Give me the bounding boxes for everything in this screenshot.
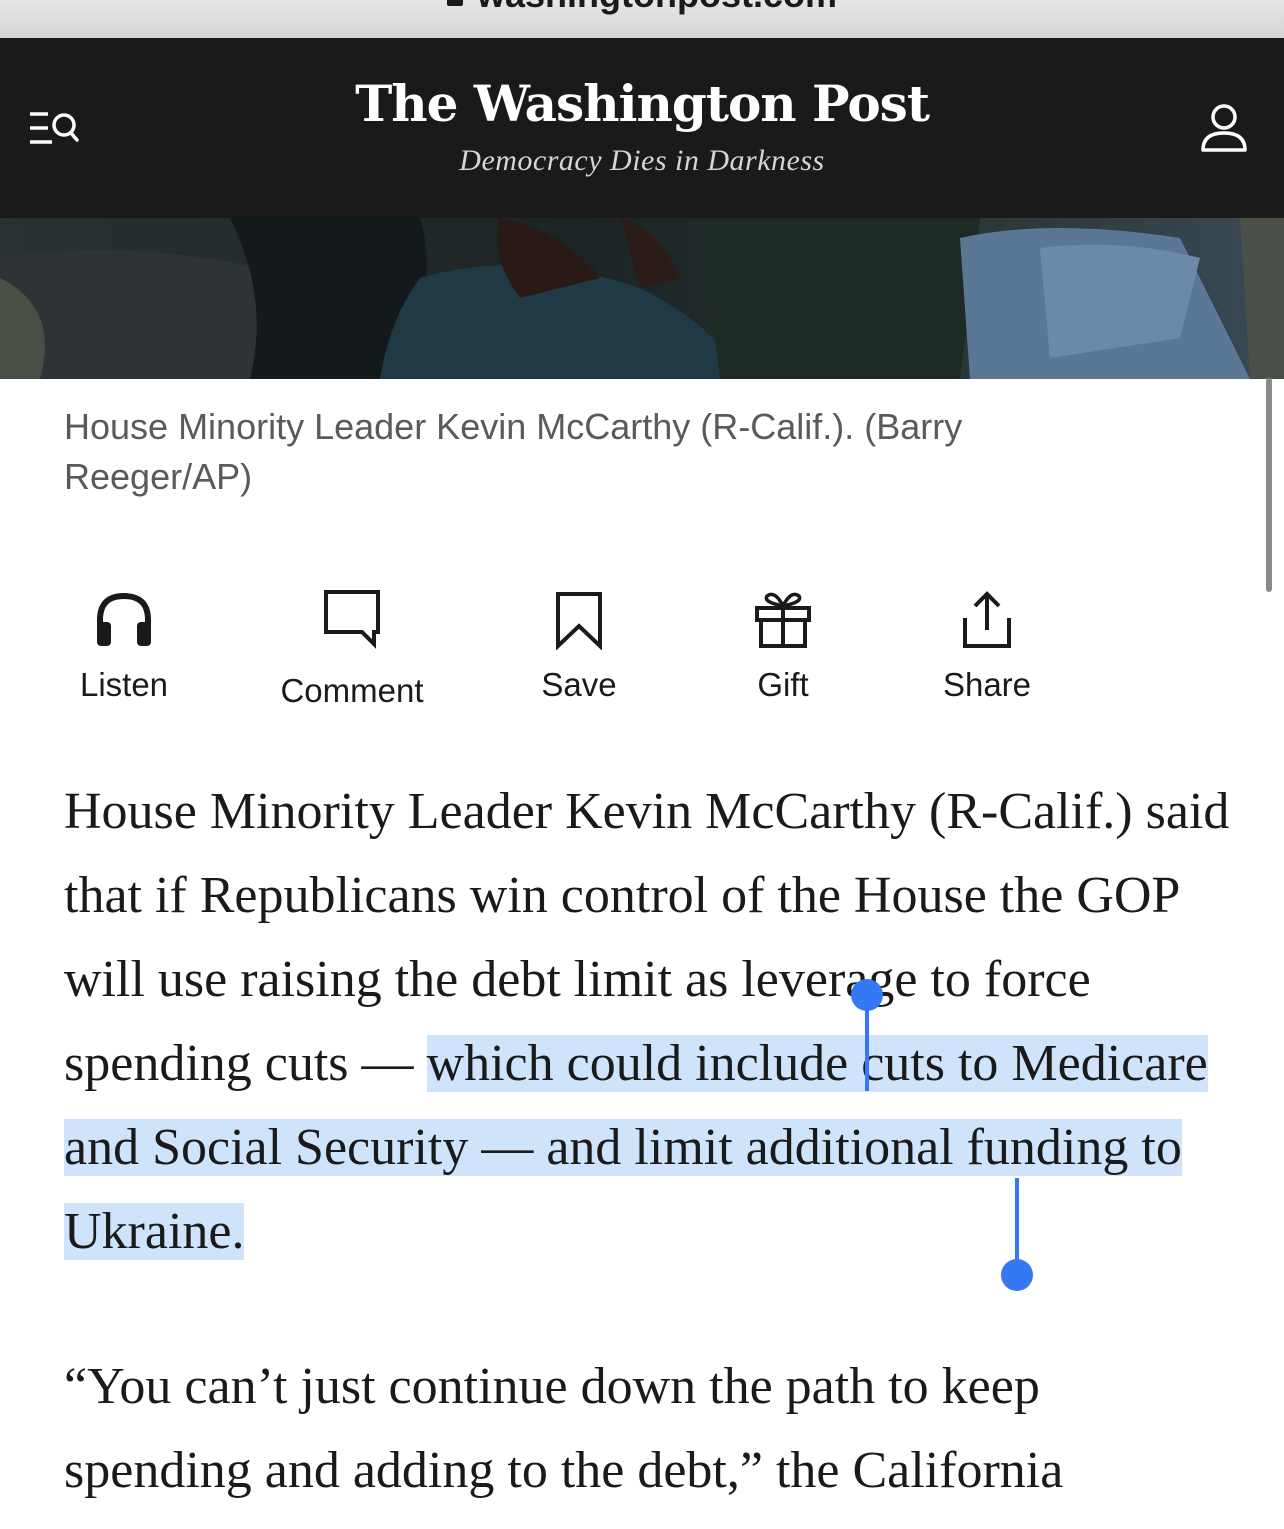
- gift-icon: [755, 592, 811, 648]
- headphones-icon: [97, 592, 151, 646]
- comment-label: Comment: [280, 672, 424, 709]
- page-scrollbar[interactable]: [1266, 378, 1272, 592]
- selection-start-handle[interactable]: [851, 979, 883, 1011]
- bookmark-icon: [556, 592, 602, 650]
- gift-label: Gift: [757, 666, 809, 703]
- url-text: washingtonpost.com: [477, 0, 837, 15]
- share-label: Share: [942, 666, 1032, 703]
- gift-button[interactable]: Gift: [703, 588, 863, 728]
- comment-button[interactable]: Comment: [272, 588, 432, 728]
- account-icon[interactable]: [1198, 102, 1250, 154]
- browser-url-bar[interactable]: washingtonpost.com: [0, 0, 1284, 38]
- site-header: The Washington Post Democracy Dies in Da…: [0, 38, 1284, 218]
- save-label: Save: [541, 666, 617, 703]
- photo-caption: House Minority Leader Kevin McCarthy (R-…: [64, 406, 963, 497]
- article-paragraph-1[interactable]: House Minority Leader Kevin McCarthy (R-…: [64, 770, 1234, 1274]
- share-button[interactable]: Share: [907, 588, 1067, 728]
- article-body: House Minority Leader Kevin McCarthy (R-…: [64, 770, 1234, 1274]
- lock-icon: [447, 0, 463, 7]
- article-photo: [0, 218, 1284, 379]
- listen-label: Listen: [79, 666, 169, 703]
- selection-end-handle[interactable]: [1001, 1259, 1033, 1291]
- site-logo[interactable]: The Washington Post: [0, 74, 1284, 133]
- share-icon: [963, 591, 1011, 648]
- site-tagline: Democracy Dies in Darkness: [459, 144, 825, 177]
- url-text-row: washingtonpost.com: [0, 0, 1284, 16]
- comment-icon: [324, 590, 380, 649]
- article-paragraph-2[interactable]: “You can’t just continue down the path t…: [64, 1345, 1234, 1513]
- photo-image: [0, 218, 1284, 379]
- listen-button[interactable]: Listen: [44, 588, 204, 728]
- save-button[interactable]: Save: [499, 588, 659, 728]
